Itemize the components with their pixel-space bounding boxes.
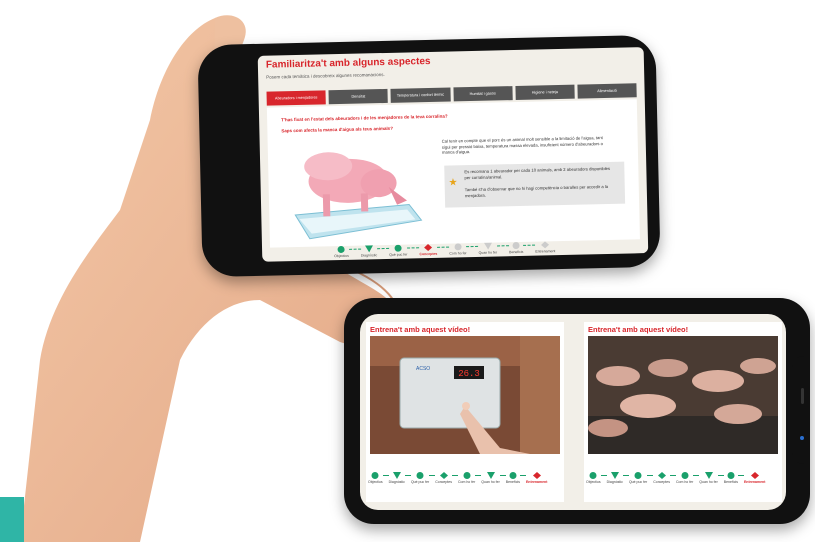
progress-step-label: Entrenament [535,249,556,254]
phone2-screen: Entrena't amb aquest vídeo! 26.3 ACSO Ob… [360,314,786,510]
question-2: Saps com afecta la manca d'aigua als teu… [281,125,394,134]
progress-step[interactable]: Com ho fer [676,472,693,484]
video-card-1: Entrena't amb aquest vídeo! 26.3 ACSO Ob… [366,322,564,502]
progress-step[interactable]: Conceptes [419,244,437,256]
tab-temperatura[interactable]: Temperatura i confort tèrmic [390,87,451,103]
progress-step[interactable]: Beneficis [724,472,738,484]
camera-icon [800,436,804,440]
page-subtitle: Posem cada temàtica i descobreix algunes… [266,71,385,80]
card-title: Entrena't amb aquest vídeo! [370,325,471,334]
progress-step-label: Com ho fer [457,480,476,484]
progress-step-label: Objectius [586,480,601,484]
card-title: Entrena't amb aquest vídeo! [588,325,689,334]
landscape-phone: Familiaritza't amb alguns aspectes Posem… [197,34,661,278]
progress-connector [437,246,450,249]
progress-step-label: Beneficis [505,480,520,484]
pig-drinking-illustration [294,152,423,240]
progress-step-label: Conceptes [419,251,438,257]
tab-humitat[interactable]: Humitat i gasos [452,86,513,102]
progress-connector [523,244,536,247]
phone1-screen: Familiaritza't amb alguns aspectes Posem… [257,47,649,262]
device-label: ACSO [416,366,430,372]
tab-abeuradors[interactable]: Abeuradors i menjadores [266,90,326,106]
teal-corner-block [0,497,24,542]
progress-step[interactable]: Entrenament [526,472,547,484]
question-1: T'has fixat en l'estat dels abeuradors i… [281,113,448,123]
progress-connector [407,247,420,250]
progress-connector [377,247,390,251]
progress-connector [466,245,479,249]
progress-step[interactable]: Conceptes [435,472,452,484]
progress-step-label: Beneficis [723,480,738,484]
speaker-grill [801,388,804,404]
progress-step[interactable]: Beneficis [506,472,520,484]
progress-steps: Objectius Diagnòstic Què puc fer Conceptes C… [368,472,562,484]
progress-step[interactable]: Quan ho fer [699,472,718,484]
thermostat-display: 26.3 [458,369,480,379]
progress-step-label: Conceptes [653,480,670,484]
progress-step-label: Diagnòstic [606,480,623,484]
progress-step[interactable]: Què puc fer [629,472,647,484]
progress-step-label: Conceptes [435,480,452,484]
progress-step-label: Entrenament [743,480,766,484]
tip-box: ★ Es recomana 1 abeurador per cada 10 an… [444,161,626,208]
progress-step-label: Com ho fer [449,251,467,256]
progress-step[interactable]: Entrenament [744,472,765,484]
progress-step-label: Com ho fer [675,480,694,484]
progress-step-label: Quan ho fer [478,250,498,255]
progress-step[interactable]: Conceptes [653,472,670,484]
progress-step[interactable]: Diagnòstic [360,245,378,258]
progress-step-label: Què puc fer [628,480,648,484]
tip-recommendation: Es recomana 1 abeurador per cada 10 anim… [464,165,611,180]
progress-step[interactable]: Entrenament [535,241,556,254]
progress-step[interactable]: Beneficis [509,242,523,254]
progress-step-label: Quan ho fer [481,480,500,484]
progress-step[interactable]: Diagnòstic [389,472,405,484]
content-panel: T'has fixat en l'estat dels abeuradors i… [266,99,640,248]
progress-connector [348,248,361,251]
progress-step[interactable]: Què puc fer [411,472,429,484]
progress-connector [496,245,510,248]
progress-step-label: Objectius [334,253,349,259]
phone-notch [792,356,810,464]
tip-observation: També s'ha d'observar que no hi hagi com… [464,183,609,198]
progress-step-label: Entrenament [525,480,548,484]
progress-step[interactable]: Objectius [368,472,383,484]
tab-densitat[interactable]: Densitat [328,88,389,105]
star-icon: ★ [448,177,458,189]
progress-step[interactable]: Què puc fer [389,244,408,257]
video-thermostat[interactable]: 26.3 ACSO [370,336,560,454]
progress-step-label: Beneficis [509,249,524,255]
progress-step[interactable]: Com ho fer [449,243,467,256]
progress-step-label: Diagnòstic [388,480,405,484]
video-card-2: Entrena't amb aquest vídeo! Objectius Dia… [584,322,782,502]
progress-step[interactable]: Objectius [586,472,601,484]
progress-step[interactable]: Objectius [334,246,349,258]
info-paragraph: Cal tenir en compte que el porc és un an… [441,135,603,156]
progress-step-label: Quan ho fer [699,480,718,484]
progress-step-label: Diagnòstic [360,253,378,258]
page-title: Familiaritza't amb alguns aspectes [265,55,431,71]
portrait-phone-landscape: Entrena't amb aquest vídeo! 26.3 ACSO Ob… [344,298,810,524]
progress-step-label: Què puc fer [389,252,408,257]
progress-step-label: Què puc fer [410,480,430,484]
progress-step[interactable]: Diagnòstic [607,472,623,484]
progress-step-label: Objectius [368,480,383,484]
progress-steps: Objectius Diagnòstic Què puc fer Conceptes C… [586,472,780,484]
tab-alimentacio[interactable]: Alimentació [577,83,637,99]
video-pigs[interactable] [588,336,778,454]
progress-step[interactable]: Quan ho fer [481,472,500,484]
progress-step[interactable]: Com ho fer [458,472,475,484]
tab-higiene[interactable]: Higiene i neteja [515,84,575,101]
progress-step[interactable]: Quan ho fer [478,242,498,255]
